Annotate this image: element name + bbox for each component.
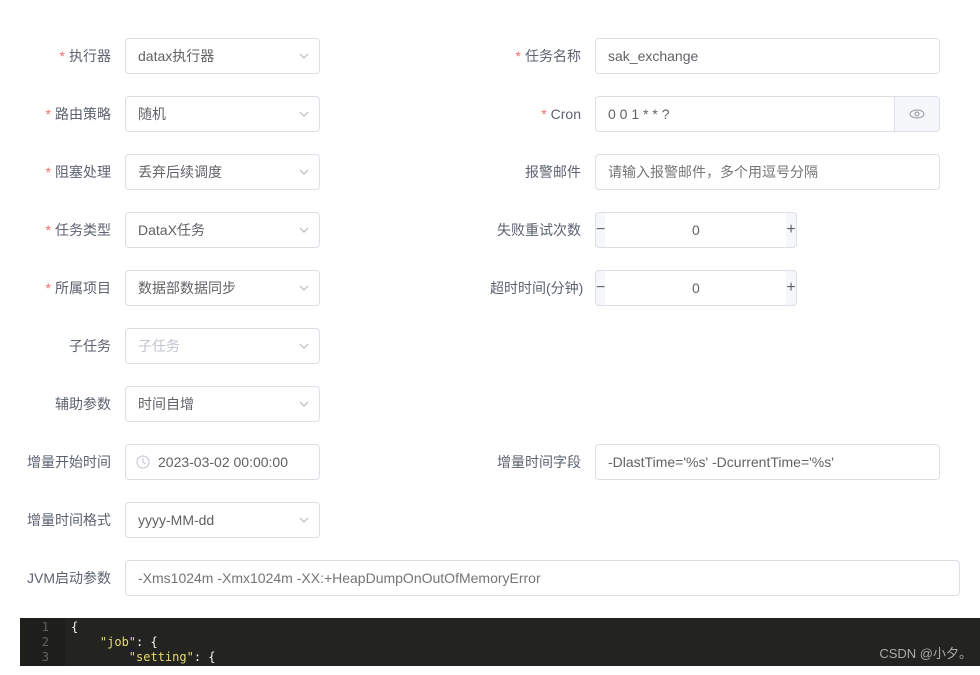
aux-param-label: 辅助参数 bbox=[20, 394, 125, 414]
project-label: 所属项目 bbox=[20, 278, 125, 298]
subtask-label: 子任务 bbox=[20, 336, 125, 356]
retry-count-input[interactable] bbox=[605, 212, 786, 248]
chevron-down-icon bbox=[299, 517, 309, 523]
chevron-down-icon bbox=[299, 285, 309, 291]
task-name-input[interactable] bbox=[595, 38, 940, 74]
executor-select[interactable]: datax执行器 bbox=[125, 38, 320, 74]
block-strategy-label: 阻塞处理 bbox=[20, 162, 125, 182]
retry-count-label: 失败重试次数 bbox=[490, 220, 595, 240]
subtask-select[interactable]: 子任务 bbox=[125, 328, 320, 364]
aux-param-select[interactable]: 时间自增 bbox=[125, 386, 320, 422]
route-strategy-label: 路由策略 bbox=[20, 104, 125, 124]
block-strategy-value: 丢弃后续调度 bbox=[138, 162, 222, 182]
inc-format-value: yyyy-MM-dd bbox=[138, 512, 214, 528]
inc-start-value: 2023-03-02 00:00:00 bbox=[158, 454, 288, 470]
route-strategy-value: 随机 bbox=[138, 104, 166, 124]
executor-value: datax执行器 bbox=[138, 46, 214, 66]
cron-input[interactable] bbox=[595, 96, 894, 132]
clock-icon bbox=[136, 455, 150, 469]
eye-icon bbox=[909, 109, 925, 119]
cron-edit-button[interactable] bbox=[894, 96, 940, 132]
chevron-down-icon bbox=[299, 111, 309, 117]
inc-format-select[interactable]: yyyy-MM-dd bbox=[125, 502, 320, 538]
chevron-down-icon bbox=[299, 169, 309, 175]
alert-email-label: 报警邮件 bbox=[490, 162, 595, 182]
code-gutter: 1 2 3 bbox=[20, 618, 65, 666]
block-strategy-select[interactable]: 丢弃后续调度 bbox=[125, 154, 320, 190]
cron-label: Cron bbox=[490, 106, 595, 122]
watermark: CSDN @小夕。 bbox=[879, 643, 972, 662]
task-name-label: 任务名称 bbox=[490, 46, 595, 66]
retry-increase-button[interactable]: + bbox=[786, 212, 796, 248]
route-strategy-select[interactable]: 随机 bbox=[125, 96, 320, 132]
inc-format-label: 增量时间格式 bbox=[20, 510, 125, 530]
code-content: { "job": { "setting": { bbox=[65, 618, 222, 666]
timeout-label: 超时时间(分钟) bbox=[490, 278, 595, 298]
chevron-down-icon bbox=[299, 53, 309, 59]
subtask-placeholder: 子任务 bbox=[138, 336, 180, 356]
inc-field-input[interactable] bbox=[595, 444, 940, 480]
chevron-down-icon bbox=[299, 343, 309, 349]
alert-email-input[interactable] bbox=[595, 154, 940, 190]
task-type-select[interactable]: DataX任务 bbox=[125, 212, 320, 248]
task-type-label: 任务类型 bbox=[20, 220, 125, 240]
inc-field-label: 增量时间字段 bbox=[490, 452, 595, 472]
jvm-param-input[interactable] bbox=[125, 560, 960, 596]
inc-start-label: 增量开始时间 bbox=[20, 452, 125, 472]
task-type-value: DataX任务 bbox=[138, 220, 205, 240]
timeout-increase-button[interactable]: + bbox=[786, 270, 796, 306]
chevron-down-icon bbox=[299, 401, 309, 407]
retry-decrease-button[interactable]: − bbox=[595, 212, 605, 248]
timeout-input[interactable] bbox=[605, 270, 786, 306]
project-select[interactable]: 数据部数据同步 bbox=[125, 270, 320, 306]
timeout-decrease-button[interactable]: − bbox=[595, 270, 605, 306]
inc-start-input[interactable]: 2023-03-02 00:00:00 bbox=[125, 444, 320, 480]
executor-label: 执行器 bbox=[20, 46, 125, 66]
jvm-param-label: JVM启动参数 bbox=[20, 568, 125, 588]
code-editor[interactable]: 1 2 3 { "job": { "setting": { CSDN @小夕。 bbox=[20, 618, 980, 666]
chevron-down-icon bbox=[299, 227, 309, 233]
aux-param-value: 时间自增 bbox=[138, 394, 194, 414]
project-value: 数据部数据同步 bbox=[138, 278, 236, 298]
